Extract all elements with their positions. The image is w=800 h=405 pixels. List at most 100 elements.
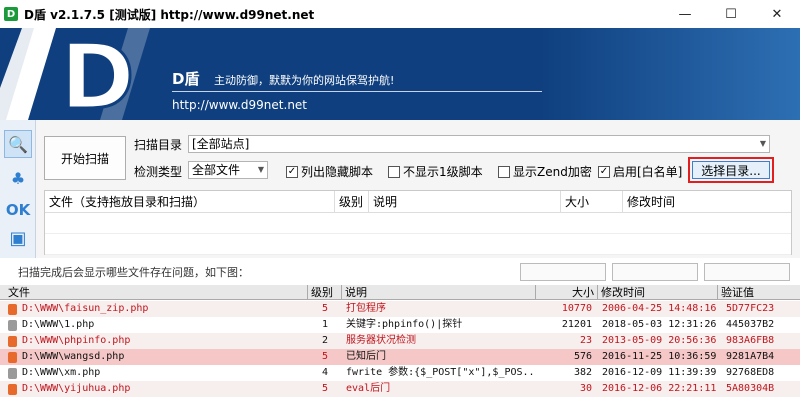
col-file[interactable]: 文件 [0,285,308,300]
col-size[interactable]: 大小 [536,285,598,300]
cell-file: D:\WWW\yijuhua.php [22,383,131,394]
banner-url: http://www.d99net.net [172,98,308,112]
window-controls: — ☐ ✕ [662,0,800,28]
results-table[interactable]: 文件 级别 说明 大小 修改时间 验证值 D:\WWW\faisun_zip.p… [0,285,800,405]
option-whitelist[interactable]: ✓ 启用[白名单] [598,163,682,180]
side-toolbar: 🔍 ♣ OK ▣ [0,120,36,258]
cell-desc: 关键字:phpinfo()|探针 [346,319,463,330]
cell-desc: eval后门 [346,383,391,394]
cell-hash: 92768ED8 [726,367,775,378]
cell-desc: 已知后门 [346,351,386,362]
table-row[interactable]: D:\WWW\faisun_zip.php 5 打包程序 10770 2006-04-2… [0,301,800,317]
col-level[interactable]: 级别 [308,285,342,300]
table-row[interactable]: D:\WWW\xm.php 4 fwrite 参数:{$_POST["x"],$_P… [0,365,800,381]
option-hide-level1[interactable]: 不显示1级脚本 [388,163,483,180]
php-file-icon [8,320,17,331]
minimize-button[interactable]: — [662,0,708,28]
scan-dir-select[interactable]: [全部站点] ▼ [188,135,770,153]
col-desc[interactable]: 说明 [342,285,536,300]
app-icon: D [4,7,18,21]
php-file-icon [8,304,17,315]
cell-hash: 445037B2 [726,319,775,330]
cell-level: 1 [321,319,328,330]
slogan: 主动防御，默默为你的网站保驾护航! [214,74,395,87]
cell-hash: 5A80304B [726,383,775,394]
col-level[interactable]: 级别 [335,191,369,212]
scan-type-select[interactable]: 全部文件 ▼ [188,161,268,179]
checkbox-checked-icon[interactable]: ✓ [598,165,610,178]
chevron-down-icon: ▼ [759,139,766,148]
scan-panel: 开始扫描 扫描目录 [全部站点] ▼ 检测类型 全部文件 ▼ ✓ 列出隐藏脚本 … [36,120,800,258]
window-title: D盾 v2.1.7.5 [测试版] http://www.d99net.net [24,7,315,22]
cell-size: 30 [579,383,592,394]
col-hash[interactable]: 验证值 [718,285,800,300]
table-row[interactable]: D:\WWW\wangsd.php 5 已知后门 576 2016-11-25 10:3… [0,349,800,365]
php-file-icon [8,368,17,379]
cell-file: D:\WWW\faisun_zip.php [22,303,149,314]
cell-hash: 983A6FB8 [726,335,775,346]
php-file-icon [8,336,17,347]
php-file-icon [8,352,17,363]
cell-file: D:\WWW\1.php [22,319,95,330]
scan-type-value: 全部文件 [192,163,241,177]
cell-file: D:\WWW\wangsd.php [22,351,125,362]
close-button[interactable]: ✕ [754,0,800,28]
process-icon[interactable]: ♣ [4,164,32,192]
checkbox-checked-icon[interactable]: ✓ [286,165,298,178]
cell-mtime: 2013-05-09 20:56:36 [602,335,717,346]
cell-level: 5 [321,383,328,394]
search-icon[interactable]: 🔍 [4,130,32,158]
cell-size: 10770 [561,303,592,314]
php-file-icon [8,384,17,395]
option-show-zend[interactable]: 显示Zend加密 [498,163,592,180]
header-banner: D D盾 主动防御，默默为你的网站保驾护航! http://www.d99net… [0,28,800,120]
cell-mtime: 2016-12-09 11:39:39 [602,367,717,378]
col-mtime[interactable]: 修改时间 [623,191,791,212]
title-bar: D D盾 v2.1.7.5 [测试版] http://www.d99net.ne… [0,0,800,28]
cell-size: 21201 [561,319,592,330]
checkbox-icon[interactable] [498,165,510,178]
scan-type-label: 检测类型 [134,165,183,179]
d-shield-logo-icon: D [0,28,150,120]
cell-hash: 9281A7B4 [726,351,775,362]
start-scan-button[interactable]: 开始扫描 [44,136,126,180]
scan-results-grid[interactable]: 文件（支持拖放目录和扫描） 级别 说明 大小 修改时间 [44,190,792,255]
col-mtime[interactable]: 修改时间 [598,285,718,300]
banner-divider [172,91,542,92]
cell-mtime: 2006-04-25 14:48:16 [602,303,717,314]
cell-mtime: 2016-12-06 22:21:11 [602,383,717,394]
select-dir-button[interactable]: 选择目录... [692,161,770,179]
cell-size: 576 [573,351,592,362]
cell-level: 5 [321,303,328,314]
cell-level: 2 [321,335,328,346]
col-size[interactable]: 大小 [561,191,623,212]
cell-file: D:\WWW\phpinfo.php [22,335,131,346]
scan-dir-label: 扫描目录 [134,138,183,152]
checkbox-icon[interactable] [388,165,400,178]
maximize-button[interactable]: ☐ [708,0,754,28]
results-header: 文件 级别 说明 大小 修改时间 验证值 [0,285,800,300]
grid-header: 文件（支持拖放目录和扫描） 级别 说明 大小 修改时间 [45,191,791,213]
brand-name: D盾 [172,70,200,88]
cell-file: D:\WWW\xm.php [22,367,101,378]
window-icon[interactable]: ▣ [4,224,32,252]
table-row[interactable]: D:\WWW\1.php 1 关键字:phpinfo()|探针 21201 2018-0… [0,317,800,333]
ok-icon[interactable]: OK [4,196,32,224]
select-dir-highlight: 选择目录... [688,157,774,183]
cell-size: 23 [579,335,592,346]
col-desc[interactable]: 说明 [369,191,561,212]
cell-mtime: 2016-11-25 10:36:59 [602,351,717,362]
caption-text: 扫描完成后会显示哪些文件存在问题，如下图： [18,266,249,279]
svg-text:D: D [60,28,135,120]
scan-dir-value: [全部站点] [192,137,250,151]
table-row[interactable]: D:\WWW\phpinfo.php 2 服务器状况检测 23 2013-05-09 2… [0,333,800,349]
cell-level: 4 [321,367,328,378]
cell-desc: fwrite 参数:{$_POST["x"],$_POS... [346,367,534,378]
cell-hash: 5D77FC23 [726,303,775,314]
col-file[interactable]: 文件（支持拖放目录和扫描） [45,191,335,212]
cell-desc: 服务器状况检测 [346,335,416,346]
option-show-hidden[interactable]: ✓ 列出隐藏脚本 [286,163,373,180]
chevron-down-icon: ▼ [257,165,264,174]
cell-mtime: 2018-05-03 12:31:26 [602,319,717,330]
table-row[interactable]: D:\WWW\yijuhua.php 5 eval后门 30 2016-12-06 22… [0,381,800,397]
